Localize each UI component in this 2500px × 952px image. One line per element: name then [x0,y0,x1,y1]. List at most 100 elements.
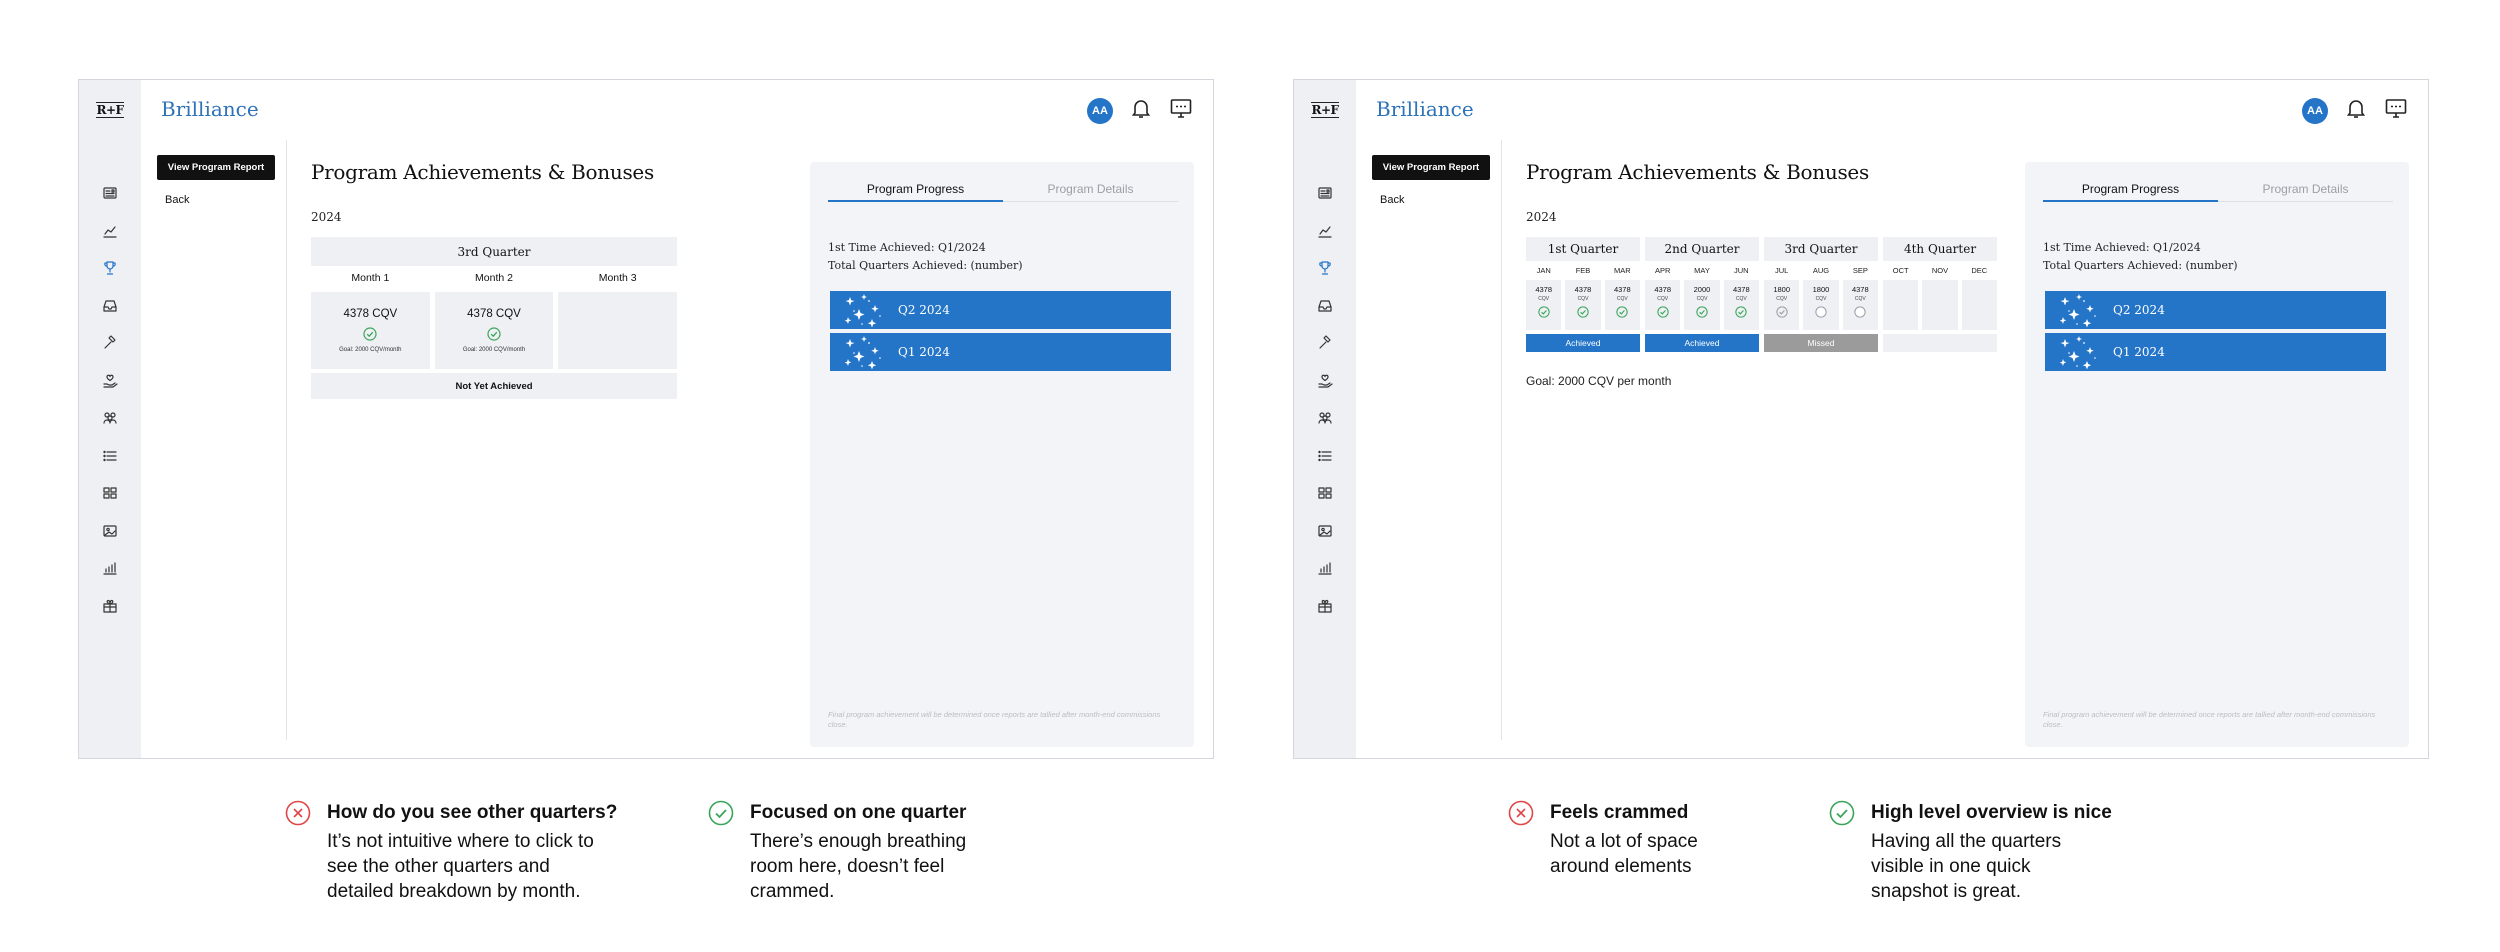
bell-icon[interactable] [1129,96,1153,125]
tab-program-progress[interactable]: Program Progress [828,178,1003,202]
achievement-bar[interactable]: Q1 2024 [830,333,1171,371]
month-value: 1800 [1773,285,1790,294]
month-label: MAR [1613,266,1631,275]
quarter-header[interactable]: 1st Quarter [1526,237,1640,261]
image-gallery-icon[interactable] [1316,522,1334,540]
quarter-header[interactable]: 3rd Quarter [1764,237,1878,261]
note-title: How do you see other quarters? [327,802,618,823]
bar-chart-icon[interactable] [1316,559,1334,577]
grid-dashboard-icon[interactable] [1316,484,1334,502]
month-value: 2000 [1693,285,1711,294]
year-label: 2024 [311,210,342,224]
view-program-report-button[interactable]: View Program Report [1372,155,1490,180]
achievement-bar-label: Q1 2024 [898,345,950,359]
avatar[interactable]: AA [2302,97,2328,124]
fine-print: Final program achievement will be determ… [828,710,1161,729]
month-labels: JUL AUG SEP [1764,266,1878,275]
people-icon[interactable] [1316,409,1334,427]
month-value: 4378 [1613,285,1631,294]
quarter-header[interactable]: 2nd Quarter [1645,237,1759,261]
check-circle-icon [363,327,377,341]
note-body: Focused on one quarter There’s enough bre… [750,800,966,904]
tab-program-details[interactable]: Program Details [1003,178,1178,202]
bell-icon[interactable] [2344,96,2368,125]
unit-label: CQV [1735,296,1747,302]
avatar[interactable]: AA [1087,97,1113,124]
chart-line-icon[interactable] [1316,222,1334,240]
check-circle-grey-icon [1775,305,1788,318]
bar-chart-icon[interactable] [101,559,119,577]
option-b-screen: R+F Brilliance AA View Program Report Ba… [1293,79,2429,759]
check-circle-icon [1696,305,1708,318]
check-circle-icon [1829,800,1855,826]
monitor-message-icon[interactable] [2384,96,2408,125]
note-title: Feels crammed [1550,802,1689,823]
trophy-icon[interactable] [1316,259,1334,277]
page-title: Program Achievements & Bonuses [1526,160,1869,184]
view-program-report-button[interactable]: View Program Report [157,155,275,180]
unit-label: CQV [1577,296,1589,302]
note-line: snapshot is great. [1871,881,2021,902]
option-a-screen: R+F Brilliance AA View Program Report Ba… [78,79,1214,759]
month-goal: Goal: 2000 CQV/month [339,347,402,353]
back-link[interactable]: Back [1380,194,1404,206]
hand-heart-icon[interactable] [101,372,119,390]
note-description: Having all the quarters visible in one qu… [1871,829,2112,904]
check-circle-icon [1735,305,1747,318]
back-link[interactable]: Back [165,194,189,206]
inbox-icon[interactable] [101,297,119,315]
total-quarters-achieved: Total Quarters Achieved: (number) [828,259,1023,272]
check-circle-icon [1577,305,1589,318]
image-gallery-icon[interactable] [101,522,119,540]
list-icon[interactable] [1316,447,1334,465]
check-circle-icon [1537,305,1550,318]
month-cell [1961,280,1997,330]
hammer-icon[interactable] [101,334,119,352]
note-description: There’s enough breathing room here, doesn… [750,829,966,904]
quarter-header[interactable]: 3rd Quarter [311,237,677,266]
news-icon[interactable] [101,184,119,202]
sub-navigation [1356,140,1502,740]
chart-line-icon[interactable] [101,222,119,240]
achievement-bar-label: Q1 2024 [2113,345,2165,359]
progress-panel: Program Progress Program Details 1st Tim… [810,162,1194,747]
con-note: How do you see other quarters? It’s not i… [285,800,617,904]
people-icon[interactable] [101,409,119,427]
month-labels: APR MAY JUN [1645,266,1759,275]
trophy-icon[interactable] [101,259,119,277]
month-value: 4378 [1574,285,1592,294]
note-line: There’s enough breathing [750,831,967,852]
month-column: Month 3 [558,272,678,369]
quarter-header[interactable]: 4th Quarter [1883,237,1997,261]
progress-tabs: Program Progress Program Details [2043,178,2393,202]
achievement-bar[interactable]: Q1 2024 [2045,333,2386,371]
tab-program-details[interactable]: Program Details [2218,178,2393,202]
achievement-bar[interactable]: Q2 2024 [830,291,1171,329]
achievement-bar[interactable]: Q2 2024 [2045,291,2386,329]
list-icon[interactable] [101,447,119,465]
page-title: Program Achievements & Bonuses [311,160,654,184]
empty-circle-icon [1854,305,1866,318]
month-cells [1883,280,1997,330]
month-value: 4378 [1535,285,1552,294]
hand-heart-icon[interactable] [1316,372,1334,390]
month-cell: 4378 CQV Goal: 2000 CQV/month [311,292,430,369]
gift-icon[interactable] [1316,597,1334,615]
month-labels: OCT NOV DEC [1883,266,1997,275]
note-line: detailed breakdown by month. [327,881,581,902]
x-circle-icon [285,800,311,826]
tab-program-progress[interactable]: Program Progress [2043,178,2218,202]
month-cell: 4378 CQV Goal: 2000 CQV/month [434,292,554,369]
month-goal: Goal: 2000 CQV/month [462,347,526,353]
hammer-icon[interactable] [1316,334,1334,352]
grid-dashboard-icon[interactable] [101,484,119,502]
monitor-message-icon[interactable] [1169,96,1193,125]
note-description: It’s not intuitive where to click to see … [327,829,617,904]
inbox-icon[interactable] [1316,297,1334,315]
month-label: AUG [1812,266,1830,275]
gift-icon[interactable] [101,597,119,615]
header-actions: AA [2302,96,2408,125]
news-icon[interactable] [1316,184,1334,202]
unit-label: CQV [1815,296,1827,302]
note-line: Not a lot of space [1550,831,1698,852]
